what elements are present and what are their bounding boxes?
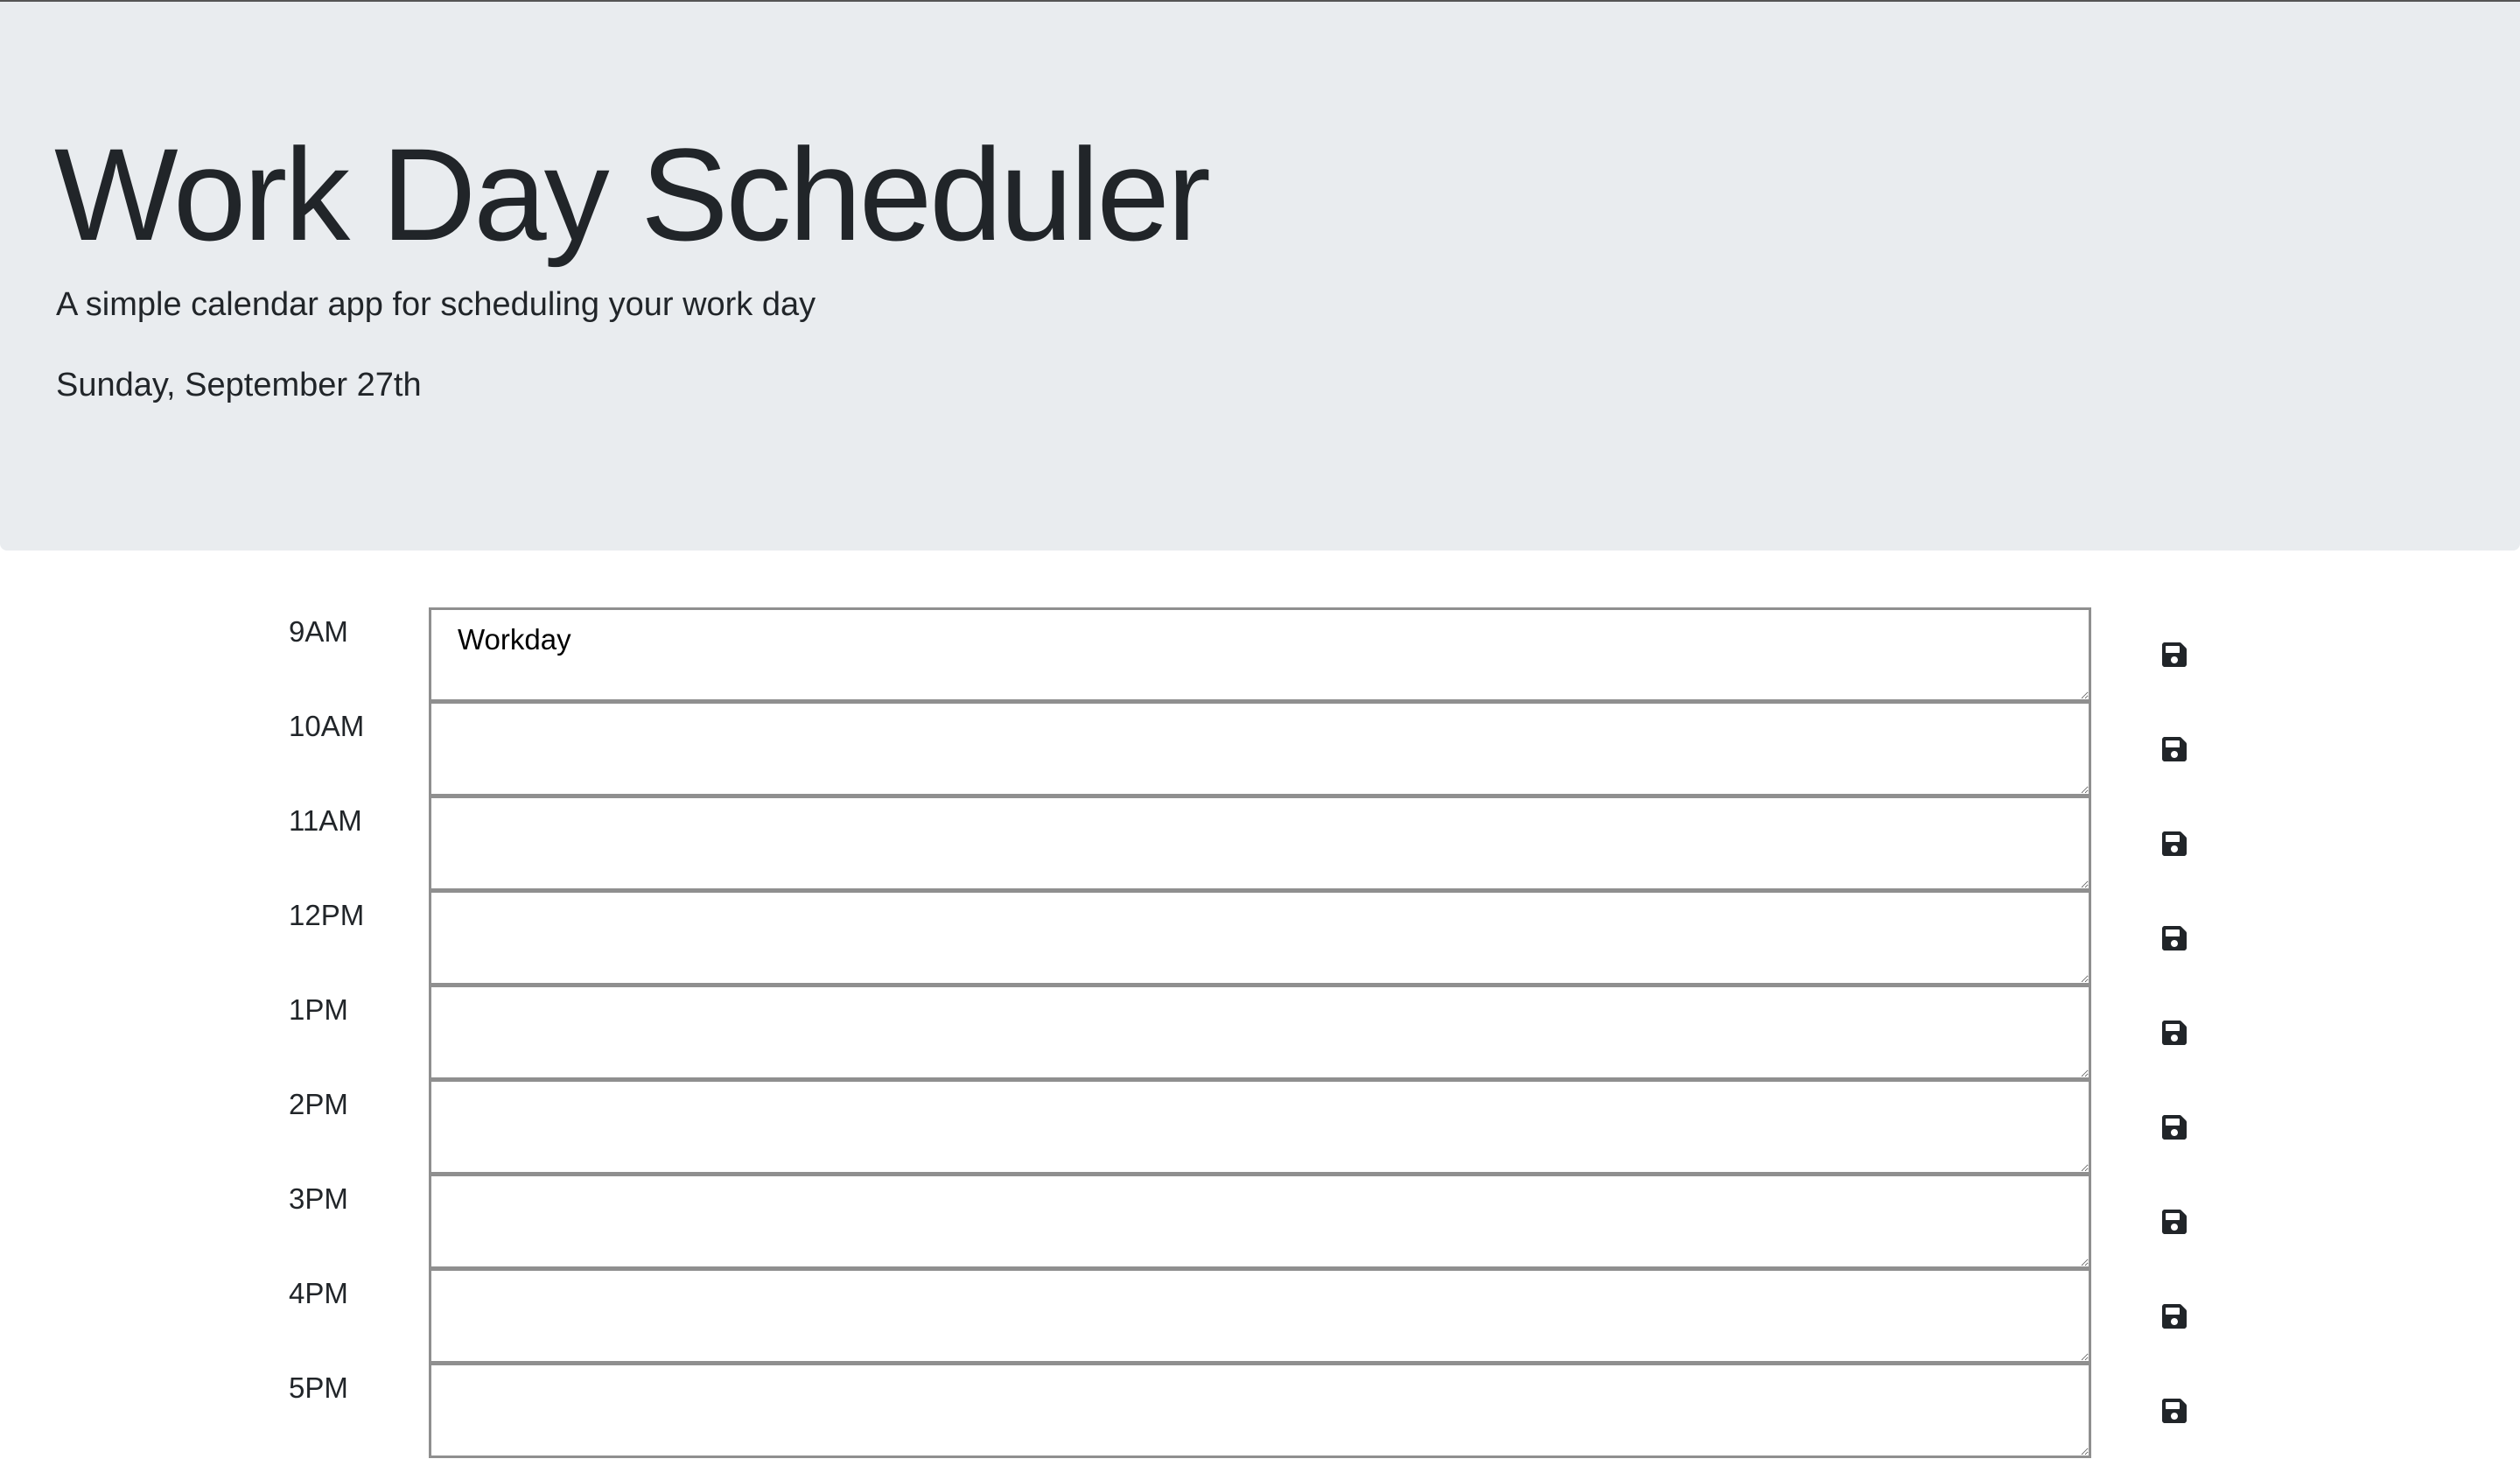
hour-label: 3PM — [289, 1182, 348, 1215]
save-button[interactable] — [2144, 1007, 2205, 1059]
event-textarea[interactable] — [429, 796, 2091, 891]
save-button[interactable] — [2144, 628, 2205, 681]
current-day: Sunday, September 27th — [56, 367, 422, 403]
save-button[interactable] — [2144, 1385, 2205, 1437]
header-jumbotron: Work Day Scheduler A simple calendar app… — [0, 2, 2520, 551]
schedule-container: 9AM Workday 10AM 11AM 12PM 1PM 2PM 3PM 4… — [0, 607, 2520, 1458]
time-block-row: 12PM — [0, 890, 2520, 986]
save-icon — [2162, 737, 2187, 761]
page: Work Day Scheduler A simple calendar app… — [0, 0, 2520, 1466]
save-icon — [2162, 642, 2187, 667]
page-title: Work Day Scheduler — [54, 121, 1211, 268]
event-textarea[interactable] — [429, 1363, 2091, 1458]
time-block-row: 2PM — [0, 1079, 2520, 1175]
save-button[interactable] — [2144, 912, 2205, 964]
event-textarea[interactable] — [429, 1268, 2091, 1364]
save-icon — [2162, 926, 2187, 950]
event-textarea[interactable] — [429, 1174, 2091, 1269]
save-icon — [2162, 831, 2187, 856]
page-subtitle: A simple calendar app for scheduling you… — [56, 286, 816, 323]
save-icon — [2162, 1399, 2187, 1423]
save-button[interactable] — [2144, 1196, 2205, 1248]
time-block-row: 1PM — [0, 985, 2520, 1080]
hour-label: 5PM — [289, 1371, 348, 1404]
hour-label: 4PM — [289, 1277, 348, 1309]
event-textarea[interactable]: Workday — [429, 607, 2091, 702]
time-block-row: 5PM — [0, 1363, 2520, 1458]
event-textarea[interactable] — [429, 890, 2091, 986]
event-textarea[interactable] — [429, 1079, 2091, 1175]
save-icon — [2162, 1304, 2187, 1329]
save-icon — [2162, 1115, 2187, 1140]
hour-label: 2PM — [289, 1088, 348, 1120]
hour-label: 9AM — [289, 615, 348, 648]
hour-label: 11AM — [289, 804, 362, 837]
time-block-row: 9AM Workday — [0, 607, 2520, 702]
save-button[interactable] — [2144, 723, 2205, 775]
save-button[interactable] — [2144, 817, 2205, 870]
event-textarea[interactable] — [429, 985, 2091, 1080]
hour-label: 10AM — [289, 710, 365, 742]
time-block-row: 10AM — [0, 701, 2520, 796]
save-icon — [2162, 1021, 2187, 1045]
time-block-row: 3PM — [0, 1174, 2520, 1269]
time-block-row: 11AM — [0, 796, 2520, 891]
time-block-row: 4PM — [0, 1268, 2520, 1364]
hour-label: 12PM — [289, 899, 365, 931]
event-textarea[interactable] — [429, 701, 2091, 796]
save-icon — [2162, 1210, 2187, 1234]
save-button[interactable] — [2144, 1101, 2205, 1154]
hour-label: 1PM — [289, 993, 348, 1026]
save-button[interactable] — [2144, 1290, 2205, 1343]
